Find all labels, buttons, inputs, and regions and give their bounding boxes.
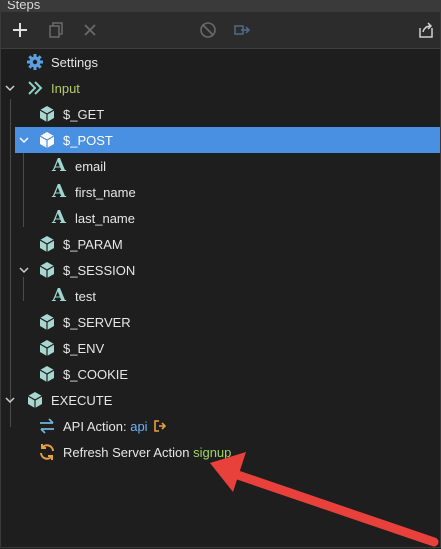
annotation-arrow <box>210 452 439 547</box>
steps-panel: Steps Settings Input $_GET $_POST A emai… <box>0 0 441 548</box>
